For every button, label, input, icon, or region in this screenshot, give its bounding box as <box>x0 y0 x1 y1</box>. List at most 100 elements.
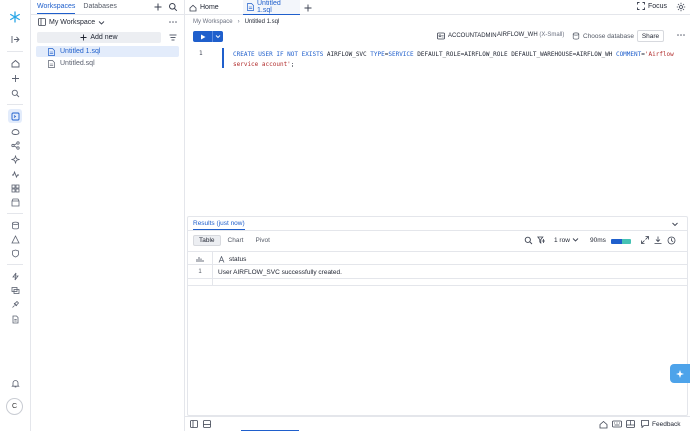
ai-icon[interactable] <box>8 152 22 166</box>
sql-token: SERVICE <box>388 51 414 58</box>
duration-bar <box>611 239 631 244</box>
column-header-status[interactable]: status <box>218 252 246 266</box>
column-stats-icon[interactable] <box>196 256 204 263</box>
run-button[interactable] <box>193 31 212 42</box>
sql-token: COMMENT <box>615 51 642 58</box>
focus-mode-button[interactable]: Focus <box>637 2 667 10</box>
run-options-button[interactable] <box>212 31 223 42</box>
expand-icon[interactable] <box>641 236 649 244</box>
column-filter-icon[interactable] <box>537 236 546 245</box>
tab-home[interactable]: Home <box>185 0 223 15</box>
docs-icon[interactable] <box>8 312 22 326</box>
column-header-label: status <box>229 255 247 263</box>
sql-token: TYPE <box>370 51 385 58</box>
chevron-down-icon[interactable] <box>572 236 579 243</box>
sql-token: DEFAULT_ROLE=AIRFLOW_ROLE DEFAULT_WAREHO… <box>413 51 616 58</box>
more-horizontal-icon[interactable] <box>168 18 178 26</box>
search-icon[interactable] <box>168 2 178 12</box>
chevron-down-icon <box>215 34 221 39</box>
plus-icon[interactable] <box>153 2 163 12</box>
transform-icon[interactable] <box>8 283 22 297</box>
tab-databases[interactable]: Databases <box>83 3 116 14</box>
keyboard-icon[interactable] <box>612 420 622 430</box>
workspace-icon <box>38 18 46 26</box>
tabs-divider <box>31 14 185 15</box>
home-icon[interactable] <box>599 420 608 431</box>
search-icon[interactable] <box>8 86 22 100</box>
warehouse-size: (X-Small) <box>539 32 565 38</box>
sql-token: ; <box>290 61 295 68</box>
row-count: 1 row <box>554 237 570 244</box>
search-icon[interactable] <box>524 236 533 245</box>
sort-filter-button[interactable] <box>167 32 179 43</box>
database-icon[interactable] <box>8 218 22 232</box>
create-icon[interactable] <box>8 71 22 85</box>
view-pivot-button[interactable]: Pivot <box>250 235 274 246</box>
database-selector[interactable]: Choose database <box>572 32 634 40</box>
projects-icon[interactable] <box>8 138 22 152</box>
sql-editor[interactable]: CREATE USER IF NOT EXISTS AIRFLOW_SVC TY… <box>233 50 688 70</box>
tab-untitled-1-sql[interactable]: Untitled 1.sql <box>243 0 300 15</box>
tab-workspaces[interactable]: Workspaces <box>37 3 76 14</box>
marketplace-icon[interactable] <box>8 195 22 209</box>
plus-icon <box>304 4 312 12</box>
download-icon[interactable] <box>654 236 662 244</box>
assistant-fab-button[interactable] <box>670 364 690 383</box>
more-horizontal-icon[interactable] <box>676 31 686 39</box>
editor-tab-bar: Home Untitled 1.sql Focus <box>185 0 690 15</box>
tab-label: Home <box>200 4 219 11</box>
rail-divider <box>7 104 23 105</box>
workspace-selector[interactable]: My Workspace <box>38 18 105 26</box>
integrations-icon[interactable] <box>8 297 22 311</box>
snowflake-logo-icon[interactable] <box>8 10 22 24</box>
role-selector[interactable]: ACCOUNTADMIN <box>437 32 497 40</box>
feedback-icon <box>641 420 649 428</box>
add-new-button[interactable]: Add new <box>37 32 161 43</box>
new-tab-button[interactable] <box>300 0 316 15</box>
toggle-sidebar-icon[interactable] <box>190 420 198 430</box>
results-tab[interactable]: Results (just now) <box>193 220 245 230</box>
apps-icon[interactable] <box>8 181 22 195</box>
breadcrumb: My Workspace › Untitled 1.sql <box>193 19 279 25</box>
navigation-rail: C <box>0 0 31 431</box>
status-bar: Feedback <box>185 416 690 431</box>
data-icon[interactable] <box>8 124 22 138</box>
collapse-sidebar-icon[interactable] <box>8 32 22 46</box>
run-button-group <box>193 31 223 42</box>
activity-icon[interactable] <box>8 269 22 283</box>
view-chart-button[interactable]: Chart <box>223 235 249 246</box>
avatar[interactable]: C <box>6 398 23 415</box>
toggle-results-icon[interactable] <box>203 420 211 430</box>
results-table: status 1 User AIRFLOW_SVC successfully c… <box>188 251 687 286</box>
home-icon[interactable] <box>8 56 22 70</box>
warehouse-selector[interactable]: AIRFLOW_WH (X-Small) <box>497 32 564 38</box>
feedback-label: Feedback <box>652 420 681 428</box>
feedback-button[interactable]: Feedback <box>641 420 681 428</box>
sort-icon <box>169 34 177 41</box>
notifications-icon[interactable] <box>8 376 22 390</box>
history-icon[interactable] <box>667 236 676 245</box>
governance-icon[interactable] <box>8 246 22 260</box>
monitoring-icon[interactable] <box>8 167 22 181</box>
view-switcher: Table Chart Pivot <box>193 235 275 246</box>
chevron-down-icon <box>98 19 105 26</box>
table-row[interactable]: 1 User AIRFLOW_SVC successfully created. <box>188 265 687 279</box>
rail-divider <box>7 51 23 52</box>
file-item-untitled-1[interactable]: Untitled 1.sql <box>36 46 179 57</box>
worksheets-icon[interactable] <box>8 109 22 123</box>
workspace-panel: Workspaces Databases My Workspace Add ne… <box>31 0 185 431</box>
text-type-icon <box>218 255 225 263</box>
status-cell[interactable]: User AIRFLOW_SVC successfully created. <box>218 265 342 279</box>
admin-icon[interactable] <box>8 232 22 246</box>
table-row-empty <box>188 279 687 286</box>
share-button[interactable]: Share <box>637 30 664 42</box>
gear-icon[interactable] <box>676 2 686 12</box>
chevron-down-icon[interactable] <box>671 220 679 228</box>
breadcrumb-workspace[interactable]: My Workspace <box>193 19 233 25</box>
layout-icon[interactable] <box>626 420 635 430</box>
file-item-untitled[interactable]: Untitled.sql <box>36 58 179 69</box>
workspace-panel-tabs: Workspaces Databases <box>37 3 117 14</box>
view-table-button[interactable]: Table <box>193 235 221 246</box>
sql-token: CREATE USER IF NOT EXISTS <box>233 51 324 58</box>
line-number: 1 <box>199 50 203 57</box>
